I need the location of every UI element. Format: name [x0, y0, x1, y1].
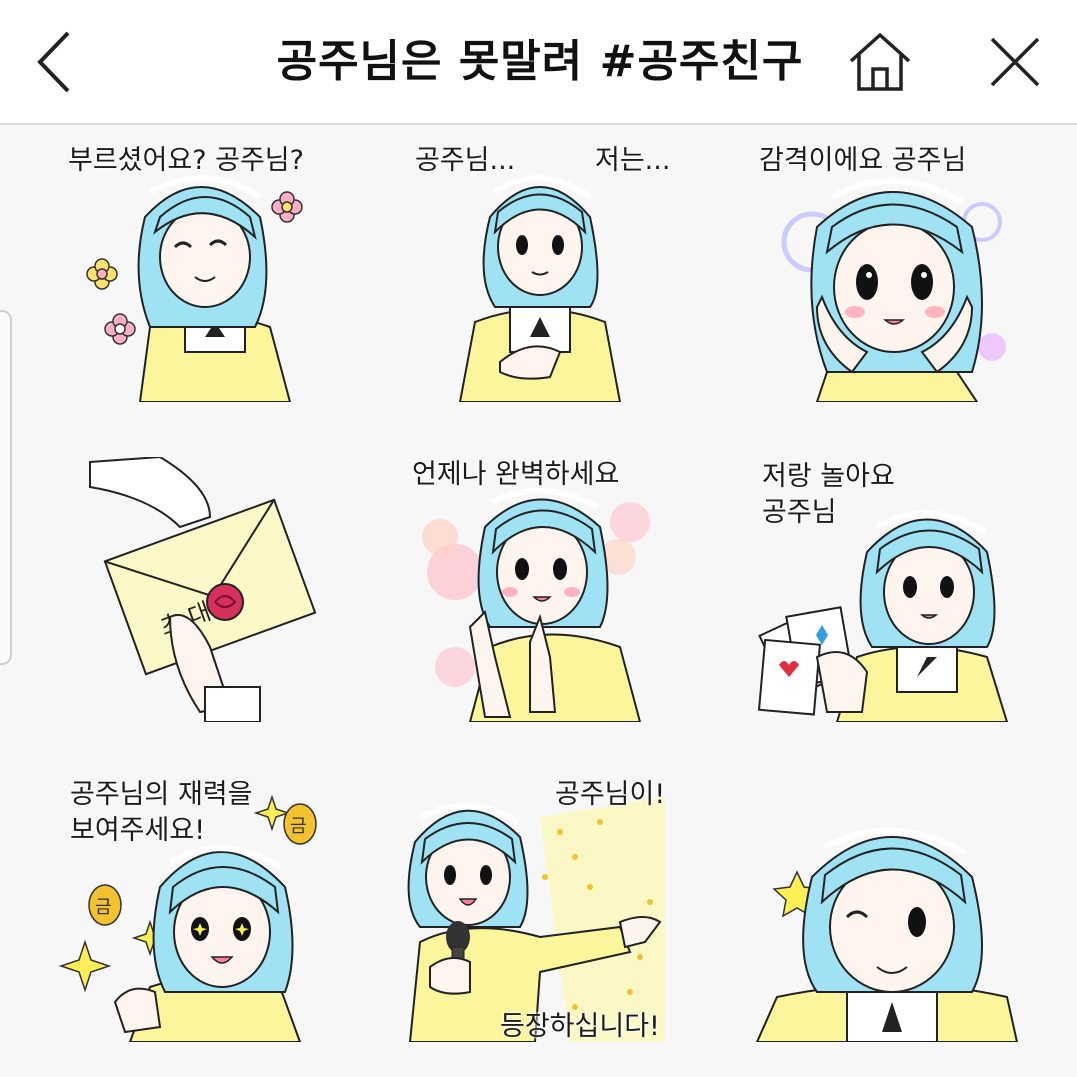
- close-button[interactable]: [975, 22, 1055, 102]
- sticker-caption-2: 저는...: [595, 145, 671, 176]
- sticker-7[interactable]: 금 금 공주님의 재력을 보여주세요!: [40, 777, 400, 1077]
- sticker-caption: 저랑 놀아요 공주님: [762, 461, 895, 528]
- sticker-8[interactable]: 공주님이! 등장하십니다!: [400, 777, 760, 1077]
- sticker-3[interactable]: 감격이에요 공주님: [717, 137, 1077, 437]
- chevron-left-icon: [37, 31, 70, 93]
- sticker-grid: 부르셨어요? 공주님? 공주님... 저는... 감격이에요 공주님 초 대 장…: [0, 127, 1077, 1060]
- svg-text:금: 금: [290, 816, 307, 837]
- sticker-5[interactable]: 언제나 완벽하세요: [400, 457, 760, 757]
- sticker-illustration: [422, 487, 650, 722]
- home-icon: [849, 33, 911, 91]
- sticker-4[interactable]: 초 대 장: [40, 457, 400, 757]
- close-icon: [990, 37, 1040, 87]
- home-button[interactable]: [840, 22, 920, 102]
- sticker-1[interactable]: 부르셨어요? 공주님?: [40, 137, 400, 437]
- sticker-2[interactable]: 공주님... 저는...: [400, 137, 760, 437]
- top-bar: 공주님은 못말려 #공주친구: [0, 0, 1077, 125]
- rose-seal-icon: [206, 583, 244, 621]
- sticker-6[interactable]: 저랑 놀아요 공주님: [717, 457, 1077, 757]
- back-button[interactable]: [15, 22, 95, 102]
- sticker-caption: 공주님이!: [555, 779, 666, 810]
- svg-text:금: 금: [95, 897, 112, 918]
- sticker-caption: 공주님...: [415, 145, 516, 176]
- sticker-caption: 부르셨어요? 공주님?: [68, 145, 304, 176]
- sticker-9[interactable]: [717, 777, 1077, 1077]
- sticker-illustration: [407, 797, 665, 1042]
- sticker-illustration: [755, 827, 1019, 1042]
- sticker-caption-2: 등장하십니다!: [500, 1011, 660, 1042]
- sticker-illustration: 초 대 장: [89, 457, 317, 722]
- sticker-caption: 감격이에요 공주님: [759, 145, 967, 176]
- sticker-caption: 언제나 완벽하세요: [412, 459, 620, 490]
- flower-icon: [271, 191, 303, 223]
- sticker-caption: 공주님의 재력을 보여주세요!: [70, 779, 253, 846]
- page-title: 공주님은 못말려 #공주친구: [276, 36, 804, 87]
